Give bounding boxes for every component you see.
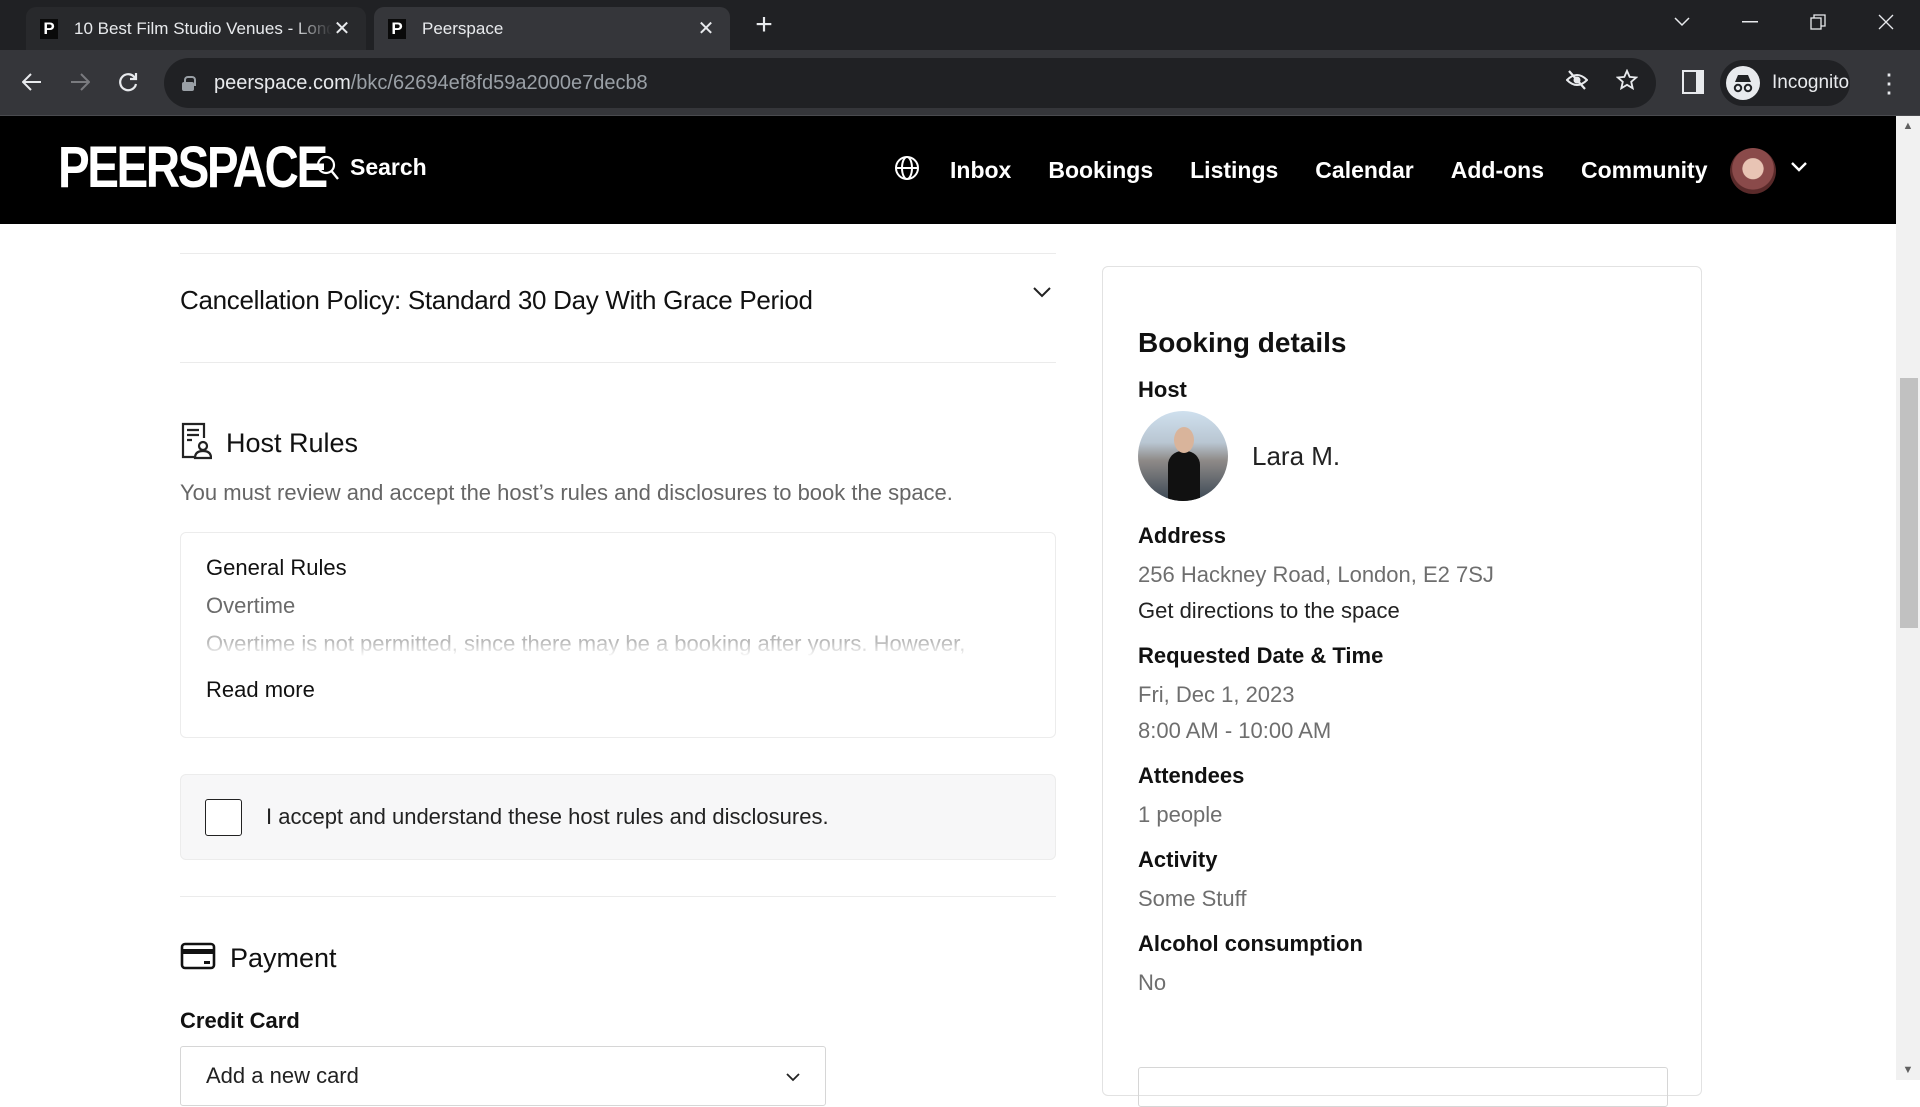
payment-heading: Payment <box>180 942 337 975</box>
browser-tab[interactable]: P 10 Best Film Studio Venues - London ✕ <box>26 7 366 50</box>
activity-value: Some Stuff <box>1138 886 1247 911</box>
host-label: Host <box>1138 377 1187 402</box>
read-more-link[interactable]: Read more <box>206 677 1030 703</box>
incognito-icon <box>1726 66 1760 100</box>
details-inner-box <box>1138 1067 1668 1107</box>
browser-toolbar: peerspace.com/bkc/62694ef8fd59a2000e7dec… <box>0 50 1920 116</box>
host-rules-heading: Host Rules <box>180 422 358 465</box>
scroll-up-arrow-icon[interactable]: ▲ <box>1896 116 1920 136</box>
lock-icon[interactable] <box>182 76 196 91</box>
close-tab-icon[interactable]: ✕ <box>696 16 716 41</box>
site-header: PEERSPACE Search Inbox Bookings Listings… <box>0 116 1896 224</box>
host-rules-intro: You must review and accept the host’s ru… <box>180 480 953 505</box>
host-avatar[interactable] <box>1138 411 1228 501</box>
incognito-profile-button[interactable]: Incognito <box>1720 60 1850 106</box>
globe-icon[interactable] <box>894 155 920 186</box>
rule-body: Overtime is not permitted, since there m… <box>206 631 966 656</box>
address-bar[interactable]: peerspace.com/bkc/62694ef8fd59a2000e7dec… <box>164 58 1656 108</box>
attendees-field: Attendees 1 people <box>1138 763 1666 833</box>
nav-inbox[interactable]: Inbox <box>950 157 1011 184</box>
general-rules-card: General Rules Overtime Overtime is not p… <box>180 532 1056 738</box>
scrollbar-thumb[interactable] <box>1900 378 1918 628</box>
search-label: Search <box>350 154 427 180</box>
search-button[interactable]: Search <box>316 154 427 181</box>
divider <box>180 362 1056 363</box>
divider <box>180 896 1056 897</box>
nav-add-ons[interactable]: Add-ons <box>1451 157 1544 184</box>
attendees-value: 1 people <box>1138 802 1223 827</box>
peerspace-favicon-icon: P <box>388 18 406 39</box>
eye-slash-icon[interactable] <box>1565 70 1589 96</box>
alcohol-value: No <box>1138 970 1167 995</box>
reload-icon[interactable] <box>110 64 146 100</box>
user-avatar[interactable] <box>1730 148 1776 194</box>
get-directions-link[interactable]: Get directions to the space <box>1138 593 1666 629</box>
incognito-label: Incognito <box>1772 72 1850 93</box>
back-arrow-icon[interactable] <box>14 64 50 100</box>
cancellation-policy-accordion[interactable]: Cancellation Policy: Standard 30 Day Wit… <box>180 272 1056 328</box>
address-label: Address <box>1138 523 1227 548</box>
page-scrollbar[interactable]: ▲ ▼ <box>1896 116 1920 1080</box>
date-value: Fri, Dec 1, 2023 <box>1138 682 1295 707</box>
datetime-field: Requested Date & Time Fri, Dec 1, 2023 8… <box>1138 643 1666 749</box>
nav-calendar[interactable]: Calendar <box>1315 157 1413 184</box>
alcohol-field: Alcohol consumption No <box>1138 931 1666 1001</box>
attendees-label: Attendees <box>1138 763 1245 788</box>
alcohol-label: Alcohol consumption <box>1138 931 1363 956</box>
close-window-icon[interactable] <box>1852 0 1920 44</box>
credit-card-label: Credit Card <box>180 1008 300 1033</box>
host-profile[interactable]: Lara M. <box>1138 411 1666 501</box>
peerspace-logo[interactable]: PEERSPACE <box>58 138 328 198</box>
datetime-label: Requested Date & Time <box>1138 643 1384 668</box>
url-path: /bkc/62694ef8fd59a2000e7decb8 <box>350 71 648 94</box>
search-icon <box>316 155 339 180</box>
accept-rules-label[interactable]: I accept and understand these host rules… <box>266 804 829 830</box>
restore-window-icon[interactable] <box>1784 0 1852 44</box>
tab-search-chevron-icon[interactable] <box>1648 0 1716 44</box>
url-host: peerspace.com <box>214 71 351 94</box>
time-value: 8:00 AM - 10:00 AM <box>1138 718 1332 743</box>
booking-details-title: Booking details <box>1138 327 1347 358</box>
address-value: 256 Hackney Road, London, E2 7SJ <box>1138 562 1494 587</box>
accept-rules-checkbox[interactable] <box>205 798 242 836</box>
forward-arrow-icon[interactable] <box>62 64 98 100</box>
tab-title: 10 Best Film Studio Venues - London <box>74 18 332 38</box>
activity-label: Activity <box>1138 847 1218 872</box>
nav-listings[interactable]: Listings <box>1190 157 1278 184</box>
rule-name: Overtime <box>206 593 296 618</box>
payment-title: Payment <box>230 943 337 973</box>
host-name[interactable]: Lara M. <box>1252 441 1340 472</box>
general-rules-title: General Rules <box>206 555 347 580</box>
accept-rules-row[interactable]: I accept and understand these host rules… <box>180 774 1056 860</box>
booking-details-panel: Booking details Host Lara M. Address 256… <box>1102 266 1702 1107</box>
browser-menu-icon[interactable]: ⋮ <box>1876 66 1902 100</box>
chevron-down-icon[interactable] <box>1790 160 1808 178</box>
scroll-down-arrow-icon[interactable]: ▼ <box>1896 1060 1920 1080</box>
credit-card-icon <box>180 942 216 975</box>
minimize-window-icon[interactable] <box>1716 0 1784 44</box>
cancellation-policy-title: Cancellation Policy: Standard 30 Day Wit… <box>180 284 813 315</box>
credit-card-selected: Add a new card <box>206 1063 359 1088</box>
browser-tab-strip: P 10 Best Film Studio Venues - London ✕ … <box>0 0 1920 50</box>
host-rules-document-icon <box>180 422 213 465</box>
divider <box>180 253 1056 254</box>
new-tab-button[interactable]: + <box>748 10 780 42</box>
tab-title: Peerspace <box>422 18 504 38</box>
browser-tab-active[interactable]: P Peerspace ✕ <box>374 7 730 50</box>
bookmark-star-icon[interactable] <box>1615 68 1639 97</box>
chevron-down-icon <box>786 1063 800 1089</box>
chevron-down-icon[interactable] <box>1032 285 1052 303</box>
close-tab-icon[interactable]: ✕ <box>332 16 352 41</box>
side-panel-icon[interactable] <box>1682 70 1704 94</box>
peerspace-favicon-icon: P <box>40 18 58 39</box>
address-field: Address 256 Hackney Road, London, E2 7SJ… <box>1138 523 1666 629</box>
activity-field: Activity Some Stuff <box>1138 847 1666 917</box>
host-rules-title: Host Rules <box>226 428 359 458</box>
main-nav: Inbox Bookings Listings Calendar Add-ons… <box>894 146 1745 194</box>
credit-card-select[interactable]: Add a new card <box>180 1046 826 1106</box>
nav-bookings[interactable]: Bookings <box>1048 157 1153 184</box>
nav-community[interactable]: Community <box>1581 157 1708 184</box>
